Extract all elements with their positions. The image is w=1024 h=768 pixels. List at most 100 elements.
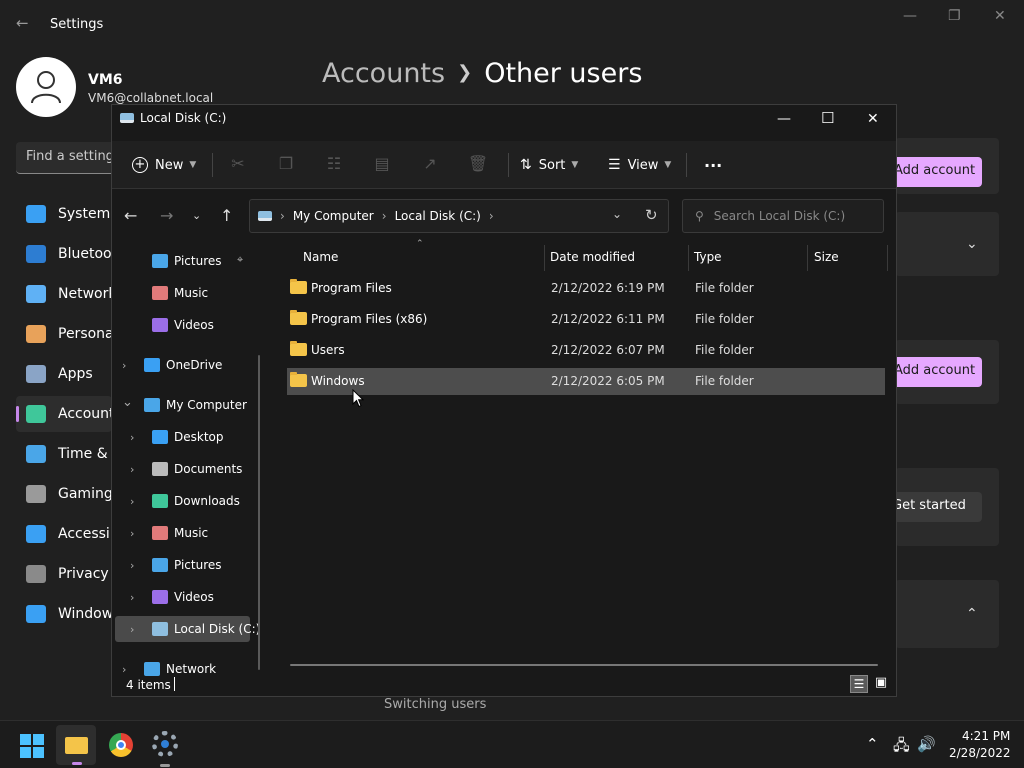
nav-tree-item[interactable]: › Desktop: [115, 424, 250, 450]
back-arrow-icon[interactable]: ←: [16, 14, 29, 32]
chevron-down-icon[interactable]: ⌄: [966, 236, 978, 252]
back-arrow-icon[interactable]: ←: [124, 206, 137, 225]
history-dropdown-icon[interactable]: ⌄: [612, 207, 622, 221]
find-setting-input[interactable]: Find a setting: [16, 142, 126, 174]
tree-item-icon: [144, 358, 160, 372]
nav-tree-item[interactable]: › Documents: [115, 456, 250, 482]
settings-gear-icon[interactable]: [152, 731, 178, 767]
settings-nav-item[interactable]: Accessibility: [16, 516, 112, 552]
file-explorer-taskbar-button[interactable]: [56, 725, 96, 765]
nav-tree-item[interactable]: Pictures ⌖: [115, 248, 250, 274]
network-icon[interactable]: 🖧: [893, 735, 910, 760]
more-options-icon[interactable]: ···: [704, 153, 722, 177]
chevron-right-icon[interactable]: ›: [130, 463, 134, 476]
forward-arrow-icon[interactable]: →: [160, 206, 173, 225]
close-icon[interactable]: ✕: [867, 111, 879, 127]
settings-nav-item[interactable]: System: [16, 196, 112, 232]
nav-tree-item[interactable]: › OneDrive: [115, 352, 250, 378]
nav-tree-item[interactable]: Music: [115, 280, 250, 306]
tiles-view-icon[interactable]: ▣: [872, 675, 890, 693]
sort-ascending-icon: ⌃: [416, 239, 424, 249]
volume-icon[interactable]: 🔊: [917, 735, 936, 753]
up-arrow-icon[interactable]: ↑: [220, 206, 233, 225]
settings-nav-item[interactable]: Windows Update: [16, 596, 112, 632]
delete-icon[interactable]: 🗑: [467, 154, 489, 176]
settings-nav-item[interactable]: Time & language: [16, 436, 112, 472]
column-header-type[interactable]: Type: [694, 250, 722, 264]
view-button[interactable]: ☰ View ▼: [608, 153, 671, 177]
sort-button[interactable]: ⇅ Sort ▼: [520, 153, 578, 177]
chevron-right-icon[interactable]: ›: [130, 559, 134, 572]
settings-nav-item[interactable]: Personalization: [16, 316, 112, 352]
nav-tree-item[interactable]: ⌄ My Computer: [115, 392, 250, 418]
minimize-icon[interactable]: —: [903, 8, 917, 24]
chevron-right-icon[interactable]: ›: [130, 495, 134, 508]
chevron-right-icon[interactable]: ›: [130, 591, 134, 604]
column-header-size[interactable]: Size: [814, 250, 839, 264]
new-button[interactable]: + New ▼: [132, 153, 196, 177]
cut-icon[interactable]: ✂: [227, 154, 249, 176]
nav-tree-item[interactable]: › Pictures: [115, 552, 250, 578]
settings-nav-item[interactable]: Network & internet: [16, 276, 112, 312]
show-hidden-icons-icon[interactable]: ⌃: [866, 735, 879, 753]
tree-item-icon: [152, 430, 168, 444]
refresh-icon[interactable]: ↻: [645, 206, 658, 224]
file-row[interactable]: Users 2/12/2022 6:07 PM File folder: [287, 337, 885, 364]
nav-tree-item[interactable]: › Videos: [115, 584, 250, 610]
nav-tree-item[interactable]: › Downloads: [115, 488, 250, 514]
column-divider[interactable]: [807, 245, 808, 271]
settings-nav-item[interactable]: Gaming: [16, 476, 112, 512]
nav-pane-scrollbar[interactable]: [258, 355, 260, 670]
new-label: New: [155, 157, 184, 173]
column-header-name[interactable]: Name: [303, 250, 338, 264]
nav-tree-item[interactable]: › Local Disk (C:): [115, 616, 260, 642]
search-input[interactable]: ⚲ Search Local Disk (C:): [682, 199, 884, 233]
tree-item-icon: [152, 318, 168, 332]
start-icon[interactable]: [20, 734, 44, 758]
clock-date[interactable]: 2/28/2022: [949, 746, 1011, 760]
person-icon: [31, 71, 61, 104]
settings-nav-item[interactable]: Bluetooth & devices: [16, 236, 112, 272]
file-row[interactable]: Program Files (x86) 2/12/2022 6:11 PM File…: [287, 306, 885, 333]
file-row[interactable]: Program Files 2/12/2022 6:19 PM File folde…: [287, 275, 885, 302]
chevron-down-icon[interactable]: ⌄: [122, 395, 133, 410]
settings-nav-icon: [26, 245, 46, 263]
minimize-icon[interactable]: —: [777, 111, 791, 127]
rename-icon[interactable]: ▤: [371, 154, 393, 176]
chevron-right-icon[interactable]: ›: [130, 623, 134, 636]
file-row[interactable]: Windows 2/12/2022 6:05 PM File folder: [287, 368, 885, 395]
details-view-icon[interactable]: ☰: [850, 675, 868, 693]
chrome-icon[interactable]: [109, 733, 133, 757]
address-bar[interactable]: › My Computer › Local Disk (C:) › ⌄ ↻: [249, 199, 669, 233]
pin-icon[interactable]: ⌖: [237, 253, 243, 267]
settings-nav-item[interactable]: Apps: [16, 356, 112, 392]
chevron-up-icon[interactable]: ⌃: [966, 606, 978, 622]
share-icon[interactable]: ↗: [419, 154, 441, 176]
restore-icon[interactable]: ❐: [948, 8, 961, 24]
settings-nav-item[interactable]: Privacy & security: [16, 556, 112, 592]
settings-nav-icon: [26, 205, 46, 223]
close-icon[interactable]: ✕: [994, 8, 1006, 24]
chevron-right-icon[interactable]: ›: [130, 527, 134, 540]
chevron-right-icon[interactable]: ›: [122, 359, 126, 372]
maximize-icon[interactable]: ☐: [821, 109, 834, 127]
column-header-date[interactable]: Date modified: [550, 250, 635, 264]
recent-locations-icon[interactable]: ⌄: [192, 209, 201, 222]
crumb-my-computer[interactable]: My Computer: [293, 209, 374, 223]
tree-item-icon: [152, 558, 168, 572]
column-divider[interactable]: [887, 245, 888, 271]
horizontal-scrollbar[interactable]: [290, 664, 878, 666]
breadcrumb-parent[interactable]: Accounts: [322, 58, 445, 89]
copy-icon[interactable]: ❐: [275, 154, 297, 176]
nav-tree-item[interactable]: › Music: [115, 520, 250, 546]
clock-time[interactable]: 4:21 PM: [962, 729, 1010, 743]
chevron-right-icon[interactable]: ›: [130, 431, 134, 444]
settings-nav-item[interactable]: Accounts: [16, 396, 112, 432]
nav-tree-item[interactable]: Videos: [115, 312, 250, 338]
paste-icon[interactable]: ☷: [323, 154, 345, 176]
column-divider[interactable]: [544, 245, 545, 271]
tree-item-label: Videos: [174, 590, 214, 604]
column-divider[interactable]: [688, 245, 689, 271]
toolbar-divider: [686, 153, 687, 177]
crumb-local-disk[interactable]: Local Disk (C:): [395, 209, 481, 223]
